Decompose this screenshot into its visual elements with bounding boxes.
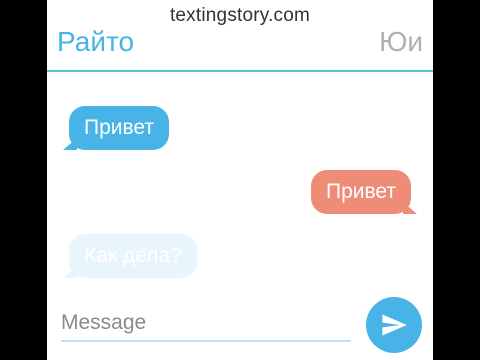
chat-screen: textingstory.com Райто Юи Привет Привет …	[47, 0, 433, 360]
chat-header: Райто Юи	[47, 22, 433, 72]
message-bubble-incoming: Привет	[63, 106, 170, 150]
message-input[interactable]	[61, 306, 351, 342]
message-text: Привет	[84, 116, 155, 139]
message-bubble-incoming-appearing: Как дела?	[63, 234, 197, 278]
message-list: Привет Привет Как дела?	[47, 72, 433, 292]
send-button[interactable]	[366, 297, 422, 353]
contact-name-left[interactable]: Райто	[57, 26, 134, 58]
message-text: Привет	[325, 180, 396, 203]
contact-name-right[interactable]: Юи	[379, 26, 423, 58]
message-text: Как дела?	[84, 244, 182, 267]
send-icon	[382, 314, 407, 336]
composer	[47, 296, 433, 356]
message-bubble-outgoing: Привет	[310, 170, 417, 214]
